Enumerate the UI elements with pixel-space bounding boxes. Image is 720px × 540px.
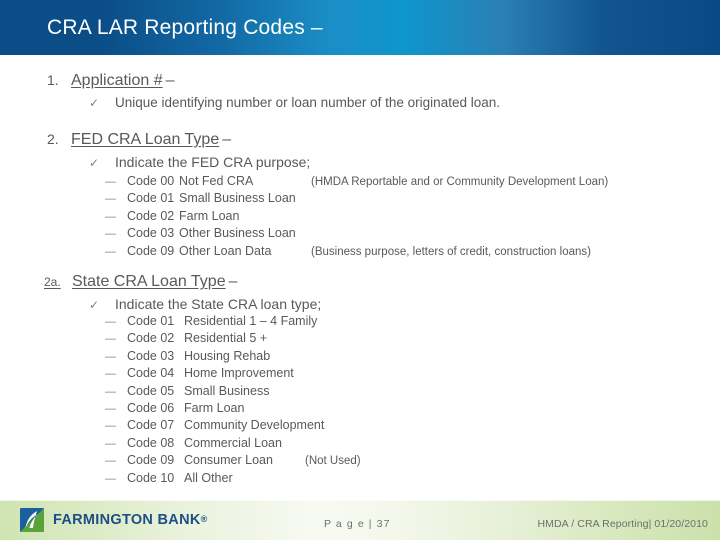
section-number-1: 1.	[47, 72, 59, 88]
code-number: Code 03	[127, 348, 175, 363]
dash-bullet-icon: —	[105, 350, 116, 363]
section-heading-1: 1. Application # –	[47, 72, 175, 90]
page-number: P a g e | 37	[324, 518, 391, 530]
code-note: (Not Used)	[305, 455, 361, 468]
code-number: Code 08	[127, 435, 175, 450]
section-bullet-text-2a: Indicate the State CRA loan type;	[115, 296, 322, 312]
code-row: — Code 00 Not Fed CRA (HMDA Reportable and …	[105, 174, 608, 191]
code-label: Residential 5 +	[184, 331, 268, 346]
code-label: Housing Rehab	[184, 348, 271, 363]
farmington-bank-logo-icon	[20, 508, 44, 532]
dash-bullet-icon: —	[105, 193, 116, 206]
code-number: Code 02	[127, 208, 175, 223]
code-row: — Code 05 Small Business	[105, 384, 361, 401]
code-row: — Code 01 Small Business Loan	[105, 191, 608, 208]
code-label: Consumer Loan	[184, 453, 273, 468]
section-bullet-2a: ✓ Indicate the State CRA loan type;	[89, 296, 321, 312]
dash-bullet-icon: —	[105, 385, 116, 398]
code-row: — Code 09 Consumer Loan (Not Used)	[105, 453, 361, 470]
code-label: All Other	[184, 470, 233, 485]
dash-bullet-icon: —	[105, 210, 116, 223]
code-number: Code 01	[127, 314, 175, 328]
code-label: Community Development	[184, 418, 325, 433]
dash-bullet-icon: —	[105, 472, 116, 485]
logo-trademark: ®	[200, 514, 208, 524]
dash-bullet-icon: —	[105, 228, 116, 241]
code-row: — Code 03 Housing Rehab	[105, 349, 361, 366]
code-row: — Code 03 Other Business Loan	[105, 226, 608, 243]
code-list-state-cra: — Code 01 Residential 1 – 4 Family — Code 02…	[105, 314, 361, 488]
code-note: (HMDA Reportable and or Community Develo…	[311, 176, 609, 188]
dash-bullet-icon: —	[105, 176, 116, 188]
code-list-fed-cra: — Code 00 Not Fed CRA (HMDA Reportable and …	[105, 174, 608, 261]
footer-divider	[0, 500, 720, 501]
code-label: Farm Loan	[184, 400, 245, 415]
code-label: Small Business	[184, 383, 270, 398]
section-number-2: 2.	[47, 131, 59, 147]
code-number: Code 03	[127, 226, 175, 241]
dash-bullet-icon: —	[105, 437, 116, 450]
section-dash-2a: –	[228, 273, 238, 290]
section-bullet-2: ✓ Indicate the FED CRA purpose;	[89, 154, 310, 170]
code-row: — Code 10 All Other	[105, 471, 361, 488]
checkmark-icon: ✓	[89, 298, 100, 312]
section-heading-2a: 2a. State CRA Loan Type –	[44, 273, 238, 291]
section-dash-2: –	[222, 131, 232, 148]
code-row: — Code 01 Residential 1 – 4 Family	[105, 314, 361, 331]
code-label: Small Business Loan	[179, 191, 296, 206]
section-dash-1: –	[165, 72, 175, 89]
code-number: Code 07	[127, 418, 175, 433]
dash-bullet-icon: —	[105, 333, 116, 346]
code-row: — Code 02 Residential 5 +	[105, 331, 361, 348]
code-label: Commercial Loan	[184, 435, 282, 450]
dash-bullet-icon: —	[105, 368, 116, 381]
code-row: — Code 08 Commercial Loan	[105, 436, 361, 453]
code-number: Code 06	[127, 400, 175, 415]
code-number: Code 05	[127, 383, 175, 398]
code-row: — Code 09 Other Loan Data (Business purpose…	[105, 244, 608, 261]
code-label: Residential 1 – 4 Family	[184, 314, 318, 328]
code-number: Code 01	[127, 191, 175, 206]
section-heading-2: 2. FED CRA Loan Type –	[47, 131, 231, 149]
code-row: — Code 06 Farm Loan	[105, 401, 361, 418]
code-label: Not Fed CRA	[179, 174, 254, 188]
code-label: Home Improvement	[184, 366, 294, 381]
code-label: Other Business Loan	[179, 226, 296, 241]
page-title: CRA LAR Reporting Codes –	[47, 16, 323, 39]
farmington-bank-logo: FARMINGTON BANK®	[20, 508, 208, 532]
dash-bullet-icon: —	[105, 402, 116, 415]
section-bullet-text-1: Unique identifying number or loan number…	[115, 95, 500, 110]
code-number: Code 09	[127, 453, 175, 468]
code-row: — Code 04 Home Improvement	[105, 366, 361, 383]
section-title-2: FED CRA Loan Type	[71, 131, 220, 148]
dash-bullet-icon: —	[105, 316, 116, 328]
code-number: Code 09	[127, 243, 175, 258]
checkmark-icon: ✓	[89, 156, 100, 170]
logo-wordmark: FARMINGTON BANK®	[53, 512, 208, 528]
section-title-1: Application #	[71, 72, 163, 89]
dash-bullet-icon: —	[105, 245, 116, 258]
code-row: — Code 02 Farm Loan	[105, 209, 608, 226]
checkmark-icon: ✓	[89, 96, 100, 110]
code-row: — Code 07 Community Development	[105, 418, 361, 435]
code-number: Code 02	[127, 331, 175, 346]
code-label: Other Loan Data	[179, 243, 272, 258]
code-number: Code 04	[127, 366, 175, 381]
section-number-2a: 2a.	[44, 275, 61, 289]
logo-wordmark-text: FARMINGTON BANK	[53, 512, 201, 528]
code-number: Code 10	[127, 470, 175, 485]
footer-meta-text: HMDA / CRA Reporting| 01/20/2010	[537, 518, 708, 530]
code-number: Code 00	[127, 174, 175, 188]
code-label: Farm Loan	[179, 208, 240, 223]
section-bullet-1: ✓ Unique identifying number or loan numb…	[89, 95, 500, 110]
section-title-2a: State CRA Loan Type	[72, 273, 226, 290]
section-bullet-text-2: Indicate the FED CRA purpose;	[115, 154, 311, 170]
slide-body: 1. Application # – ✓ Unique identifying …	[0, 55, 720, 495]
dash-bullet-icon: —	[105, 420, 116, 433]
dash-bullet-icon: —	[105, 455, 116, 468]
code-note: (Business purpose, letters of credit, co…	[311, 245, 591, 258]
